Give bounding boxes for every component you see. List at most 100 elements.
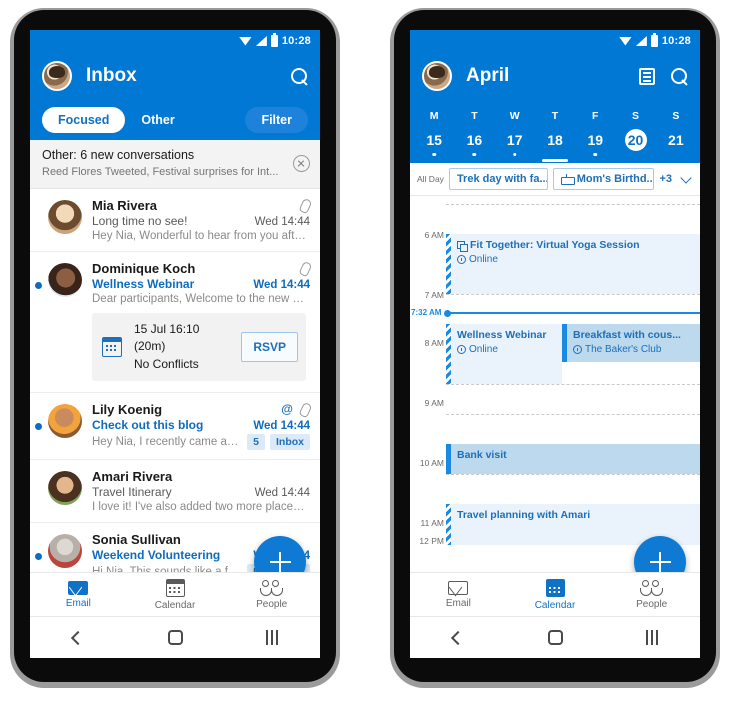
avatar xyxy=(48,533,82,568)
mail-sender: Lily Koenig xyxy=(92,401,163,417)
nav-item-calendar[interactable]: Calendar xyxy=(507,578,604,611)
mail-item-line-subject: Long time no see! Wed 14:44 xyxy=(92,214,310,228)
battery-icon xyxy=(650,33,658,47)
rsvp-info: 15 Jul 16:10 (20m) No Conflicts xyxy=(134,321,229,373)
hour-label-9am: 9 AM xyxy=(424,398,444,408)
date-number: 16 xyxy=(466,132,483,148)
nav-label-email: Email xyxy=(65,597,91,609)
android-system-nav-calendar xyxy=(410,616,700,658)
home-button[interactable] xyxy=(127,630,224,645)
wifi-icon xyxy=(618,36,632,46)
tab-focused[interactable]: Focused xyxy=(42,107,126,133)
mail-item-line-preview: Dear participants, Welcome to the new we… xyxy=(92,293,310,305)
event-dot xyxy=(593,152,598,156)
phone-calendar: 10:28 April M T W T F S S 15 16 17 18 19… xyxy=(390,8,720,688)
all-day-chip-birthday[interactable]: Mom's Birthd... xyxy=(552,168,655,190)
event-fit-together[interactable]: Fit Together: Virtual Yoga Session Onlin… xyxy=(446,234,700,294)
mail-item-body: Amari Rivera Travel Itinerary Wed 14:44 … xyxy=(92,469,310,513)
phone-mail: 10:28 Inbox Focused Other Filter Other: … xyxy=(10,8,340,688)
other-banner-text: Other: 6 new conversations Reed Flores T… xyxy=(42,147,287,180)
event-breakfast[interactable]: Breakfast with cous... The Baker's Club xyxy=(562,324,700,362)
filter-button[interactable]: Filter xyxy=(245,107,308,133)
back-button[interactable] xyxy=(30,630,127,645)
date-number: 20 xyxy=(624,129,647,151)
recents-button[interactable] xyxy=(223,630,320,645)
recents-icon xyxy=(645,630,658,645)
calendar-day-grid[interactable]: 6 AM 7 AM 8 AM 9 AM 10 AM 11 AM Fit Toge… xyxy=(410,196,700,545)
event-title: Travel planning with Amari xyxy=(457,508,694,523)
home-button[interactable] xyxy=(507,630,604,645)
nav-item-people[interactable]: People xyxy=(223,579,320,610)
event-title: Fit Together: Virtual Yoga Session xyxy=(457,238,694,253)
date-cell-20[interactable]: 20 xyxy=(615,126,655,163)
calendar-week-strip: M T W T F S S 15 16 17 18 19 20 21 xyxy=(410,100,700,163)
avatar[interactable] xyxy=(42,61,72,91)
tab-other[interactable]: Other xyxy=(125,107,190,133)
all-day-chip-trek[interactable]: Trek day with fa... xyxy=(448,168,548,190)
nav-item-email[interactable]: Email xyxy=(410,580,507,609)
recents-button[interactable] xyxy=(603,630,700,645)
recents-icon xyxy=(265,630,278,645)
attachment-icon xyxy=(299,261,310,275)
mail-item-body: Lily Koenig @ Check out this blog Wed 14… xyxy=(92,402,310,450)
rsvp-button[interactable]: RSVP xyxy=(241,331,298,362)
list-item[interactable]: Mia Rivera Long time no see! Wed 14:44 H… xyxy=(30,189,320,251)
today-underline xyxy=(541,159,568,162)
mail-appbar: Inbox xyxy=(30,52,320,100)
hour-label-10am: 10 AM xyxy=(419,458,444,468)
list-item[interactable]: Amari Rivera Travel Itinerary Wed 14:44 … xyxy=(30,458,320,522)
event-content: Bank visit xyxy=(454,448,694,463)
event-wellness-webinar[interactable]: Wellness Webinar Online xyxy=(446,324,562,384)
people-icon xyxy=(639,579,663,596)
mail-item-line-sender: Dominique Koch xyxy=(92,261,310,276)
mail-preview: Dear participants, Welcome to the new we… xyxy=(92,292,310,305)
search-icon[interactable] xyxy=(671,67,688,85)
avatar[interactable] xyxy=(422,61,452,91)
clock-icon xyxy=(573,345,582,355)
mail-item-line-sender: Lily Koenig @ xyxy=(92,402,310,417)
home-icon xyxy=(547,630,563,645)
date-cell-19[interactable]: 19 xyxy=(575,126,615,163)
event-dot xyxy=(512,152,517,156)
date-cell-16[interactable]: 16 xyxy=(454,126,494,163)
weekday-label: M xyxy=(429,110,439,122)
list-item[interactable]: Dominique Koch Wellness Webinar Wed 14:4… xyxy=(30,250,320,392)
rsvp-card[interactable]: 15 Jul 16:10 (20m) No Conflicts RSVP xyxy=(92,312,306,381)
recurring-icon xyxy=(457,240,468,252)
gridline xyxy=(446,474,700,475)
unread-indicator xyxy=(35,422,42,430)
search-icon[interactable] xyxy=(291,67,308,85)
hour-label-12pm: 12 PM xyxy=(419,536,444,545)
other-conversations-banner[interactable]: Other: 6 new conversations Reed Flores T… xyxy=(30,140,320,189)
nav-label-calendar: Calendar xyxy=(534,599,576,611)
close-icon[interactable] xyxy=(293,154,310,172)
chevron-down-icon[interactable] xyxy=(680,171,692,184)
date-cell-18[interactable]: 18 xyxy=(535,126,575,163)
nav-item-people[interactable]: People xyxy=(603,579,700,610)
list-item[interactable]: Lily Koenig @ Check out this blog Wed 14… xyxy=(30,391,320,459)
all-day-row: All Day Trek day with fa... Mom's Birthd… xyxy=(410,163,700,196)
event-content: Travel planning with Amari xyxy=(454,508,694,523)
all-day-overflow-count[interactable]: +3 xyxy=(659,173,672,185)
home-icon xyxy=(167,630,183,645)
date-number: 17 xyxy=(506,132,523,148)
android-system-nav-mail xyxy=(30,616,320,658)
event-bank-visit[interactable]: Bank visit xyxy=(446,444,700,474)
all-day-label: All Day xyxy=(417,174,444,184)
date-cell-21[interactable]: 21 xyxy=(656,126,696,163)
mail-time: Wed 14:44 xyxy=(253,278,310,291)
back-button[interactable] xyxy=(410,630,507,645)
gridline xyxy=(446,204,700,205)
mail-subject: Wellness Webinar xyxy=(92,276,195,291)
avatar xyxy=(48,199,82,234)
agenda-icon[interactable] xyxy=(639,67,655,85)
nav-label-calendar: Calendar xyxy=(154,599,196,611)
date-cell-15[interactable]: 15 xyxy=(414,126,454,163)
nav-item-calendar[interactable]: Calendar xyxy=(127,578,224,611)
mail-preview: Hey Nia, Wonderful to hear from you afte… xyxy=(92,229,310,242)
all-day-chip-label: Mom's Birthd... xyxy=(576,173,655,185)
current-time-label: 7:32 AM xyxy=(411,308,442,317)
mail-item-line-subject: Check out this blog Wed 14:44 xyxy=(92,418,310,432)
nav-item-email[interactable]: Email xyxy=(30,580,127,609)
date-cell-17[interactable]: 17 xyxy=(495,126,535,163)
